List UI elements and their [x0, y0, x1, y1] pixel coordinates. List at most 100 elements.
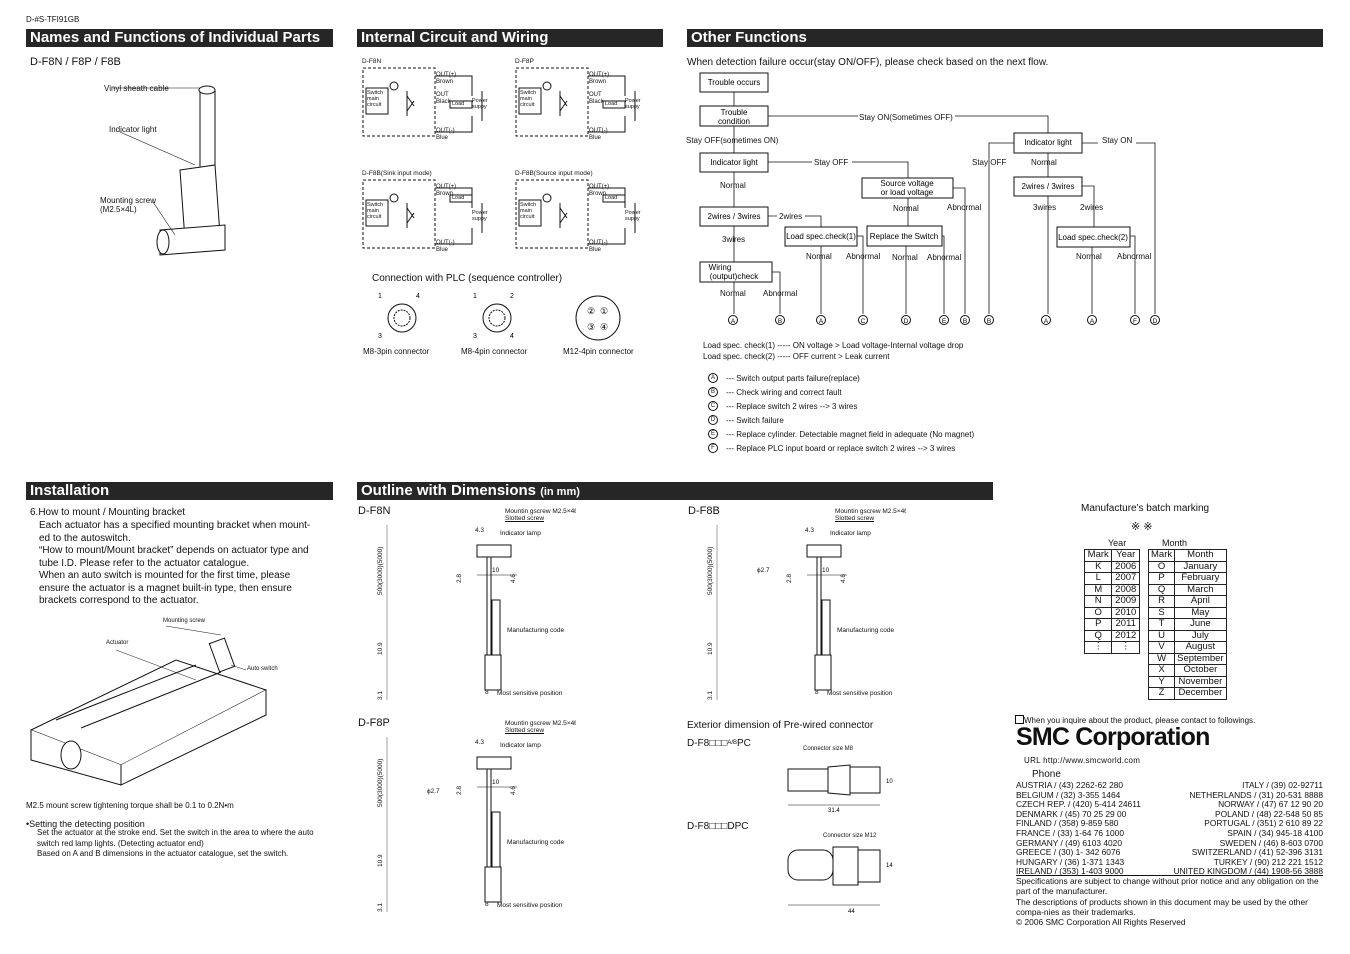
note-2: Load spec. check(2) ----- OFF current > … — [703, 352, 890, 361]
legend-item: C --- Replace switch 2 wires --> 3 wires — [708, 399, 974, 413]
legend-item: A --- Switch output parts failure(replace… — [708, 371, 974, 385]
svg-text:Normal: Normal — [720, 289, 746, 298]
svg-text:Normal: Normal — [1076, 252, 1102, 261]
label-stay-off-2: Stay OFF — [972, 158, 1006, 167]
install-para-2: “How to mount/Mount bracket” depends on … — [39, 545, 309, 569]
table-row: ⋮ ⋮ — [1083, 641, 1140, 654]
url[interactable]: URL http://www.smcworld.com — [1024, 756, 1140, 765]
table-row: P 2011 — [1083, 618, 1140, 631]
fig-mounting-screw: Mounting screw — [163, 618, 206, 624]
outline-drawing: D-F8B Mountin gscrew M2.5×4ℓ Slotted scre… — [688, 505, 907, 700]
label-stay-on-sometimes: Stay ON(Sometimes OFF) — [859, 113, 953, 122]
conn-m8-label: Connector size M8 — [803, 746, 854, 752]
table-row: X October — [1147, 664, 1227, 677]
svg-text:2wires: 2wires — [779, 212, 802, 221]
result-mark: E — [942, 318, 947, 325]
box-lsc2-label: Load spec.check(2) — [1058, 233, 1128, 242]
svg-text:14: 14 — [886, 863, 893, 869]
mounting-illustration — [29, 625, 268, 786]
svg-text:Abnormal: Abnormal — [763, 289, 797, 298]
load-spec-notes: Load spec. check(1) ----- ON voltage > L… — [703, 340, 963, 362]
legend-item: E --- Replace cylinder. Detectable magnet… — [708, 427, 974, 441]
dim-4-6: 4.6 — [510, 573, 517, 583]
svg-text:3wires: 3wires — [1033, 203, 1056, 212]
svg-text:Normal: Normal — [806, 252, 832, 261]
outline-title: Outline with Dimensions — [361, 482, 537, 499]
legend-text: --- Check wiring and correct fault — [726, 387, 842, 397]
result-mark: B — [778, 318, 782, 325]
legend-item: F --- Replace PLC input board or replace … — [708, 441, 974, 455]
legend-mark: D — [708, 415, 718, 425]
connector-m12-4pin: M12-4pin connector — [563, 347, 634, 356]
dim-2-8: 2.8 — [456, 785, 463, 795]
table-row: Q 2012 — [1083, 629, 1140, 642]
svg-text:Abnormal: Abnormal — [1117, 252, 1151, 261]
label-stay-on: Stay ON — [1102, 136, 1132, 145]
table-row: N 2009 — [1083, 595, 1140, 608]
result-mark: A — [1090, 318, 1095, 325]
troubleshooting-flowchart: A B A C D E B B A A F D Trouble occurs Trouble cond… — [686, 72, 1160, 325]
outline-drawing: D-F8N Mountin gscrew M2.5×4ℓ Slotted scre… — [358, 505, 577, 700]
result-mark: D — [904, 318, 909, 325]
legend-text: --- Replace cylinder. Detectable magnet … — [726, 429, 975, 439]
month-label: Month — [1162, 538, 1188, 548]
dim-phi-2-7: ϕ2.7 — [757, 567, 770, 574]
outline-unit: (in mm) — [540, 486, 580, 498]
table-row: O 2010 — [1083, 606, 1140, 619]
install-para-3: When an auto switch is mounted for the f… — [39, 570, 292, 606]
legend-item: D --- Switch failure — [708, 413, 974, 427]
fig-actuator: Actuator — [106, 640, 129, 646]
batch-marks: ※ ※ — [1131, 521, 1153, 533]
result-mark: A — [819, 318, 824, 325]
box-wires-left-label: 2wires / 3wires — [708, 212, 761, 221]
svg-text:3wires: 3wires — [722, 235, 745, 244]
table-row: L 2007 — [1083, 572, 1140, 585]
box-lsc1-label: Load spec.check(1) — [786, 232, 856, 241]
phone-heading: Phone — [1032, 769, 1061, 780]
year-label: Year — [1108, 538, 1127, 548]
box-ind-right-label: Indicator light — [1024, 138, 1072, 147]
svg-text:Abnormal: Abnormal — [927, 253, 961, 262]
box-wires-right-label: 2wires / 3wires — [1022, 182, 1075, 191]
table-row: U July — [1147, 629, 1227, 642]
connector-m8-3pin: M8-3pin connector — [363, 347, 430, 356]
contacts-right: ITALY / (39) 02-92711 NETHERLANDS / (31) … — [1170, 780, 1323, 877]
box-ind-left-label: Indicator light — [710, 158, 758, 167]
svg-text:Normal: Normal — [720, 181, 746, 190]
legend-mark: E — [708, 429, 718, 439]
legend-item: B --- Check wiring and correct fault — [708, 385, 974, 399]
outline-drawing: D-F8P Mountin gscrew M2.5×4ℓ Slotted scre… — [358, 717, 577, 912]
table-row: Y November — [1147, 675, 1227, 688]
header-installation: Installation — [26, 482, 333, 500]
dim-phi-2-7: ϕ2.7 — [427, 788, 440, 795]
footer-trademark: The descriptions of products shown in th… — [1016, 897, 1308, 917]
table-row: S May — [1147, 606, 1227, 619]
fig-auto-switch: Auto switch — [247, 666, 278, 672]
position-text: Set the actuator at the stroke end. Set … — [37, 828, 327, 860]
result-mark: D — [1153, 318, 1158, 325]
legend-mark: F — [708, 443, 718, 453]
label-stay-off-sometimes: Stay OFF(sometimes ON) — [686, 136, 779, 145]
connector-m8-4pin: M8-4pin connector — [461, 347, 528, 356]
contacts-left: AUSTRIA / (43) 2262-62 280 BELGIUM / (32)… — [1016, 780, 1141, 877]
result-legend: A --- Switch output parts failure(replace… — [708, 371, 974, 455]
legend-text: --- Replace switch 2 wires --> 3 wires — [726, 401, 858, 411]
legend-mark: B — [708, 387, 718, 397]
position-para-2: Based on A and B dimensions in the actua… — [37, 849, 289, 858]
install-heading: 6.How to mount / Mounting bracket — [30, 507, 186, 518]
note-1: Load spec. check(1) ----- ON voltage > L… — [703, 341, 964, 350]
label-stay-off-1: Stay OFF — [814, 158, 848, 167]
ext-pc-model: D-F8□□□A/BPC — [687, 738, 751, 749]
result-mark: A — [731, 318, 736, 325]
legend-mark: C — [708, 401, 718, 411]
table-row: R April — [1147, 595, 1227, 608]
table-row: P February — [1147, 572, 1227, 585]
footer-copyright: © 2006 SMC Corporation All Rights Reserv… — [1016, 917, 1186, 928]
box-wiring-label-1: Wiring — [709, 263, 732, 272]
svg-text:10: 10 — [886, 779, 893, 785]
header-outline: Outline with Dimensions (in mm) — [357, 482, 993, 500]
result-mark: B — [987, 318, 991, 325]
box-source-label-1: Source voltage — [880, 179, 934, 188]
box-source-label-2: or load voltage — [881, 188, 934, 197]
dim-2-8: 2.8 — [456, 573, 463, 583]
